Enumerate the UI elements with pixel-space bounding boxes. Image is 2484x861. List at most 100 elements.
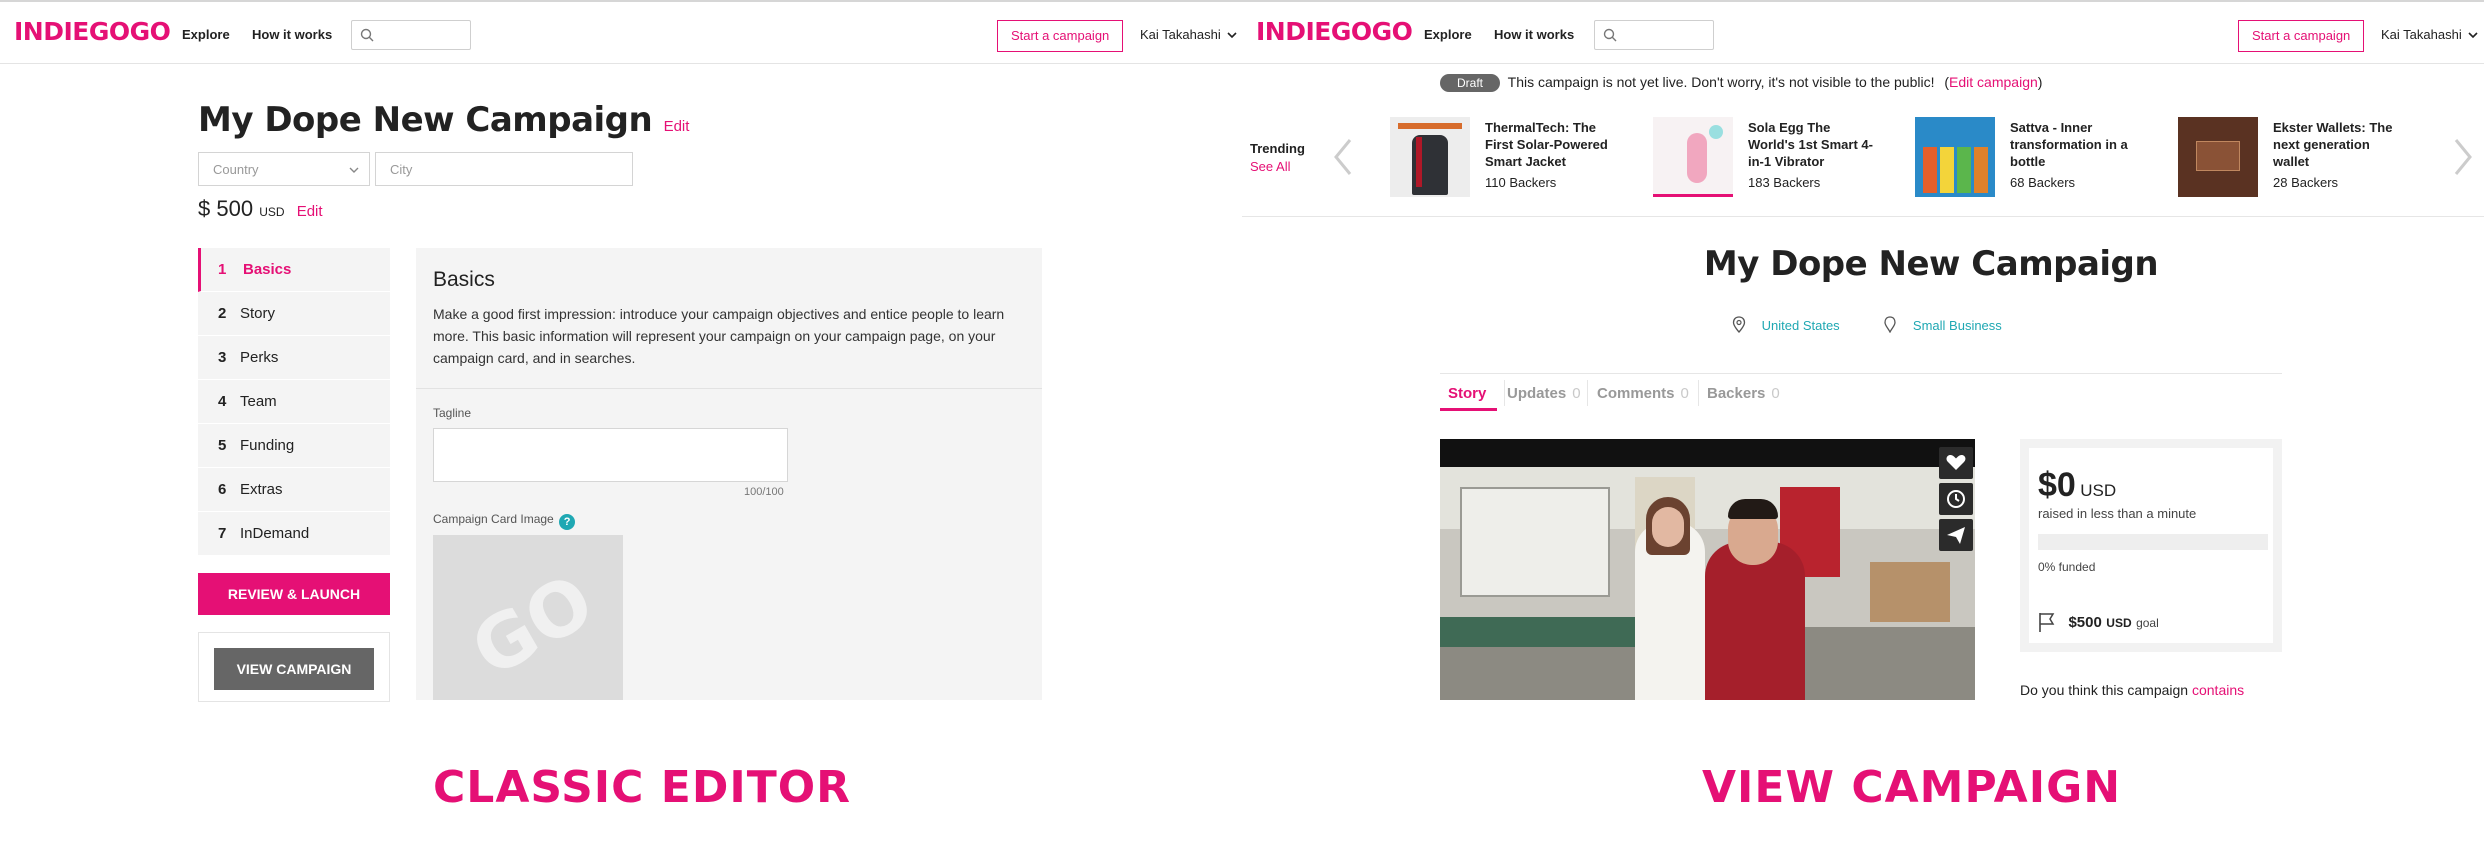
trending-backers: 183 Backers bbox=[1748, 175, 1821, 190]
step-story[interactable]: 2 Story bbox=[198, 292, 390, 336]
help-icon[interactable]: ? bbox=[559, 514, 576, 530]
trending-thumbnail-egg bbox=[1653, 117, 1733, 197]
title-edit-link[interactable]: Edit bbox=[664, 118, 690, 135]
tagline-label: Tagline bbox=[433, 406, 472, 420]
step-extras[interactable]: 6 Extras bbox=[198, 468, 390, 512]
category-tag-icon bbox=[1884, 316, 1896, 334]
trending-title: Sola Egg The World's 1st Smart 4-in-1 Vi… bbox=[1748, 120, 1873, 169]
search-input[interactable] bbox=[351, 20, 471, 50]
card-image-upload[interactable]: GO bbox=[433, 535, 623, 700]
step-team[interactable]: 4 Team bbox=[198, 380, 390, 424]
section-title: Basics bbox=[433, 268, 495, 291]
video-frame bbox=[1440, 467, 1975, 700]
step-number: 3 bbox=[218, 349, 227, 366]
tab-count: 0 bbox=[1771, 385, 1780, 402]
trending-backers: 28 Backers bbox=[2273, 175, 2339, 190]
step-label: Funding bbox=[240, 437, 295, 454]
step-perks[interactable]: 3 Perks bbox=[198, 336, 390, 380]
step-number: 5 bbox=[218, 437, 227, 454]
tagline-counter: 100/100 bbox=[744, 486, 784, 498]
nav-explore[interactable]: Explore bbox=[182, 27, 230, 42]
tab-comments[interactable]: Comments 0 bbox=[1597, 385, 1689, 402]
goal-display: $ 500 USD Edit bbox=[198, 196, 323, 222]
goal-amount: $500 bbox=[2068, 614, 2102, 631]
raised-currency: USD bbox=[2080, 481, 2117, 500]
step-number: 1 bbox=[218, 261, 227, 278]
report-link[interactable]: contains bbox=[2192, 682, 2244, 698]
goal-edit-link[interactable]: Edit bbox=[297, 203, 323, 220]
goal-currency: USD bbox=[2106, 616, 2132, 630]
nav-how-it-works[interactable]: How it works bbox=[1494, 27, 1574, 42]
tab-label: Updates bbox=[1507, 385, 1567, 402]
step-number: 4 bbox=[218, 393, 227, 410]
step-basics[interactable]: 1 Basics bbox=[198, 248, 390, 292]
see-all-link[interactable]: See All bbox=[1250, 159, 1290, 174]
funding-card-inner: $0 USD raised in less than a minute 0% f… bbox=[2029, 448, 2273, 643]
report-text: Do you think this campaign bbox=[2020, 682, 2189, 698]
divider bbox=[1440, 373, 2282, 374]
search-input[interactable] bbox=[1594, 20, 1714, 50]
start-campaign-button[interactable]: Start a campaign bbox=[2238, 20, 2365, 52]
goal-amount: 500 bbox=[216, 196, 254, 221]
trending-backers: 110 Backers bbox=[1485, 175, 1557, 190]
nav-how-it-works[interactable]: How it works bbox=[252, 27, 332, 42]
city-placeholder: City bbox=[390, 162, 413, 177]
caption-classic-editor: CLASSIC EDITOR bbox=[433, 762, 852, 813]
category-link[interactable]: Small Business bbox=[1913, 318, 2002, 333]
top-nav: INDIEGOGO Explore How it works Start a c… bbox=[1242, 0, 2484, 64]
campaign-title-text: My Dope New Campaign bbox=[198, 100, 653, 140]
tab-story[interactable]: Story bbox=[1448, 385, 1486, 402]
goal-currency: USD bbox=[259, 205, 285, 219]
campaign-title: My Dope New Campaign Edit bbox=[198, 100, 689, 140]
tab-separator bbox=[1698, 380, 1699, 406]
search-icon bbox=[1603, 28, 1617, 42]
user-name: Kai Takahashi bbox=[1140, 27, 1221, 42]
step-label: Team bbox=[240, 393, 277, 410]
go-placeholder-logo: GO bbox=[457, 557, 608, 695]
view-campaign-box: VIEW CAMPAIGN bbox=[198, 632, 390, 702]
divider bbox=[416, 388, 1042, 389]
step-funding[interactable]: 5 Funding bbox=[198, 424, 390, 468]
flag-icon bbox=[2039, 613, 2055, 632]
city-input[interactable]: City bbox=[375, 152, 633, 186]
user-menu[interactable]: Kai Takahashi bbox=[2381, 27, 2478, 42]
start-campaign-button[interactable]: Start a campaign bbox=[997, 20, 1124, 52]
location-link[interactable]: United States bbox=[1762, 318, 1840, 333]
trending-title: ThermalTech: The First Solar-Powered Sma… bbox=[1485, 120, 1608, 169]
user-menu[interactable]: Kai Takahashi bbox=[1140, 27, 1237, 42]
tab-updates[interactable]: Updates 0 bbox=[1507, 385, 1581, 402]
step-label: Story bbox=[240, 305, 276, 322]
raised-amount-line: $0 USD bbox=[2038, 466, 2116, 505]
step-number: 7 bbox=[218, 525, 227, 542]
funding-card: $0 USD raised in less than a minute 0% f… bbox=[2020, 439, 2282, 652]
edit-campaign-link[interactable]: Edit campaign bbox=[1949, 74, 2038, 90]
indiegogo-logo[interactable]: INDIEGOGO bbox=[14, 17, 171, 46]
chevron-right-icon[interactable] bbox=[2452, 138, 2474, 176]
review-launch-button[interactable]: REVIEW & LAUNCH bbox=[198, 573, 390, 615]
draft-notice-bar: Draft This campaign is not yet live. Don… bbox=[1440, 74, 2042, 92]
goal-word: goal bbox=[2136, 616, 2159, 630]
trending-backers: 68 Backers bbox=[2010, 175, 2076, 190]
nav-explore[interactable]: Explore bbox=[1424, 27, 1472, 42]
send-icon[interactable] bbox=[1939, 519, 1973, 551]
tab-separator bbox=[1587, 380, 1588, 406]
tagline-input[interactable] bbox=[433, 428, 788, 482]
draft-notice-text: This campaign is not yet live. Don't wor… bbox=[1507, 74, 1935, 90]
step-label: InDemand bbox=[240, 525, 310, 542]
step-indemand[interactable]: 7 InDemand bbox=[198, 512, 390, 556]
trending-thumbnail-jacket bbox=[1390, 117, 1470, 197]
top-nav: INDIEGOGO Explore How it works Start a c… bbox=[0, 0, 1242, 64]
basics-panel: Basics Make a good first impression: int… bbox=[416, 248, 1042, 700]
campaign-video[interactable] bbox=[1440, 439, 1975, 700]
tab-backers[interactable]: Backers 0 bbox=[1707, 385, 1780, 402]
step-number: 2 bbox=[218, 305, 227, 322]
clock-icon[interactable] bbox=[1939, 483, 1973, 515]
indiegogo-logo[interactable]: INDIEGOGO bbox=[1256, 17, 1413, 46]
view-campaign-button[interactable]: VIEW CAMPAIGN bbox=[214, 648, 374, 690]
country-select[interactable]: Country bbox=[198, 152, 370, 186]
heart-icon[interactable] bbox=[1939, 447, 1973, 479]
section-description: Make a good first impression: introduce … bbox=[433, 306, 1005, 366]
trending-label: Trending bbox=[1250, 141, 1305, 156]
chevron-down-icon bbox=[2468, 32, 2478, 39]
chevron-left-icon[interactable] bbox=[1332, 138, 1354, 176]
